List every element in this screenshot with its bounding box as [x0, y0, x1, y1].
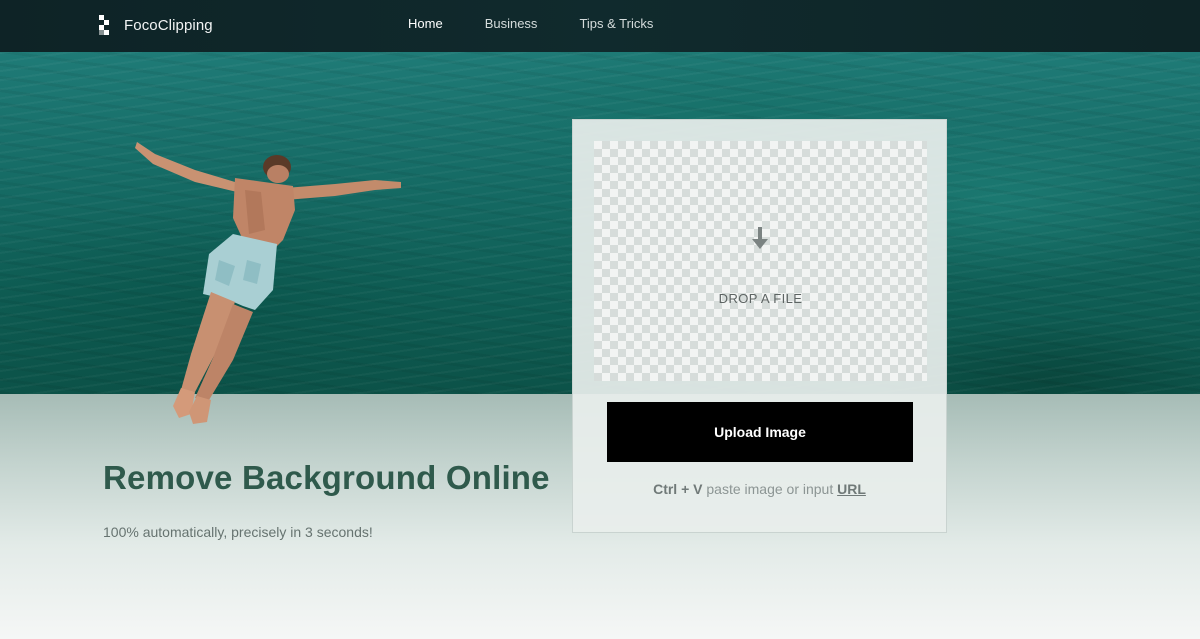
url-link[interactable]: URL	[837, 481, 866, 497]
paste-text: paste image or input	[706, 481, 834, 497]
paste-hint: Ctrl + V paste image or input URL	[573, 481, 946, 497]
nav-item-home[interactable]: Home	[408, 16, 443, 31]
page-subtitle: 100% automatically, precisely in 3 secon…	[103, 524, 373, 540]
brand-name: FocoClipping	[124, 16, 213, 34]
arrow-down-icon	[752, 227, 768, 249]
brand-logo[interactable]: FocoClipping	[99, 14, 213, 36]
drop-zone[interactable]: DROP A FILE	[594, 141, 927, 381]
main-nav: Home Business Tips & Tricks	[408, 16, 695, 31]
diver-image	[135, 142, 401, 424]
drop-label: DROP A FILE	[718, 291, 803, 306]
fococlipping-logo-icon	[99, 14, 115, 36]
paste-shortcut: Ctrl + V	[653, 481, 703, 497]
top-navbar: FocoClipping Home Business Tips & Tricks	[0, 0, 1200, 52]
nav-item-business[interactable]: Business	[485, 16, 538, 31]
upload-card: DROP A FILE Upload Image Ctrl + V paste …	[572, 119, 947, 533]
upload-image-button[interactable]: Upload Image	[607, 402, 913, 462]
nav-item-tips-tricks[interactable]: Tips & Tricks	[579, 16, 653, 31]
page-title: Remove Background Online	[103, 459, 550, 496]
